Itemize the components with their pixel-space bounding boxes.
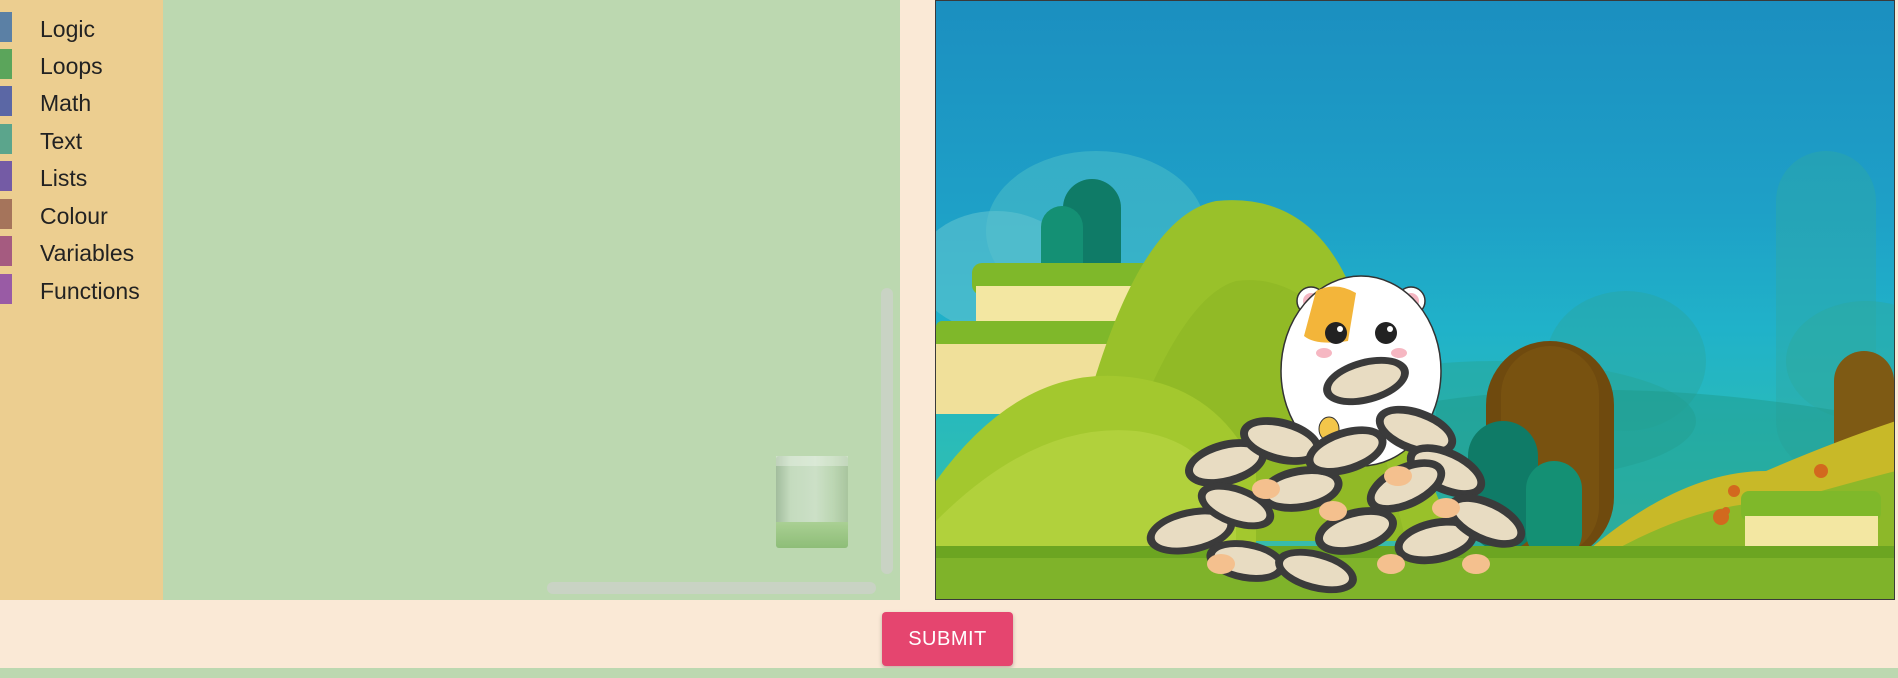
category-swatch (0, 161, 12, 191)
toolbox-category-lists[interactable]: Lists (0, 157, 163, 191)
category-label: Variables (40, 240, 135, 266)
category-swatch (0, 274, 12, 304)
trash-can-icon[interactable] (776, 456, 848, 548)
category-label: Loops (40, 53, 103, 79)
toolbox-category-math[interactable]: Math (0, 82, 163, 116)
category-label: Logic (40, 16, 95, 42)
category-label: Lists (40, 165, 88, 191)
category-swatch (0, 49, 12, 79)
category-swatch (0, 236, 12, 266)
toolbox-category-functions[interactable]: Functions (0, 270, 163, 304)
category-swatch (0, 124, 12, 154)
workspace-vertical-scrollbar[interactable] (881, 288, 893, 574)
category-label: Math (40, 90, 92, 116)
toolbox-category-loops[interactable]: Loops (0, 45, 163, 79)
toolbox-category-text[interactable]: Text (0, 120, 163, 154)
category-swatch (0, 199, 12, 229)
submit-button[interactable]: SUBMIT (882, 612, 1013, 666)
category-swatch (0, 12, 12, 42)
toolbox-category-variables[interactable]: Variables (0, 232, 163, 266)
category-label: Functions (40, 278, 140, 304)
toolbox: Logic Loops Math Text Lists Colour Varia… (0, 0, 163, 600)
panel-divider (900, 0, 936, 600)
trash-lid (776, 456, 848, 466)
toolbox-category-logic[interactable]: Logic (0, 8, 163, 42)
trash-body (776, 522, 848, 548)
category-label: Text (40, 128, 83, 154)
game-stage (935, 0, 1895, 600)
workspace-horizontal-scrollbar[interactable] (547, 582, 876, 594)
bottom-strip (0, 668, 1898, 678)
category-swatch (0, 86, 12, 116)
game-scene-illustration (936, 151, 1894, 599)
category-label: Colour (40, 203, 108, 229)
toolbox-category-colour[interactable]: Colour (0, 195, 163, 229)
